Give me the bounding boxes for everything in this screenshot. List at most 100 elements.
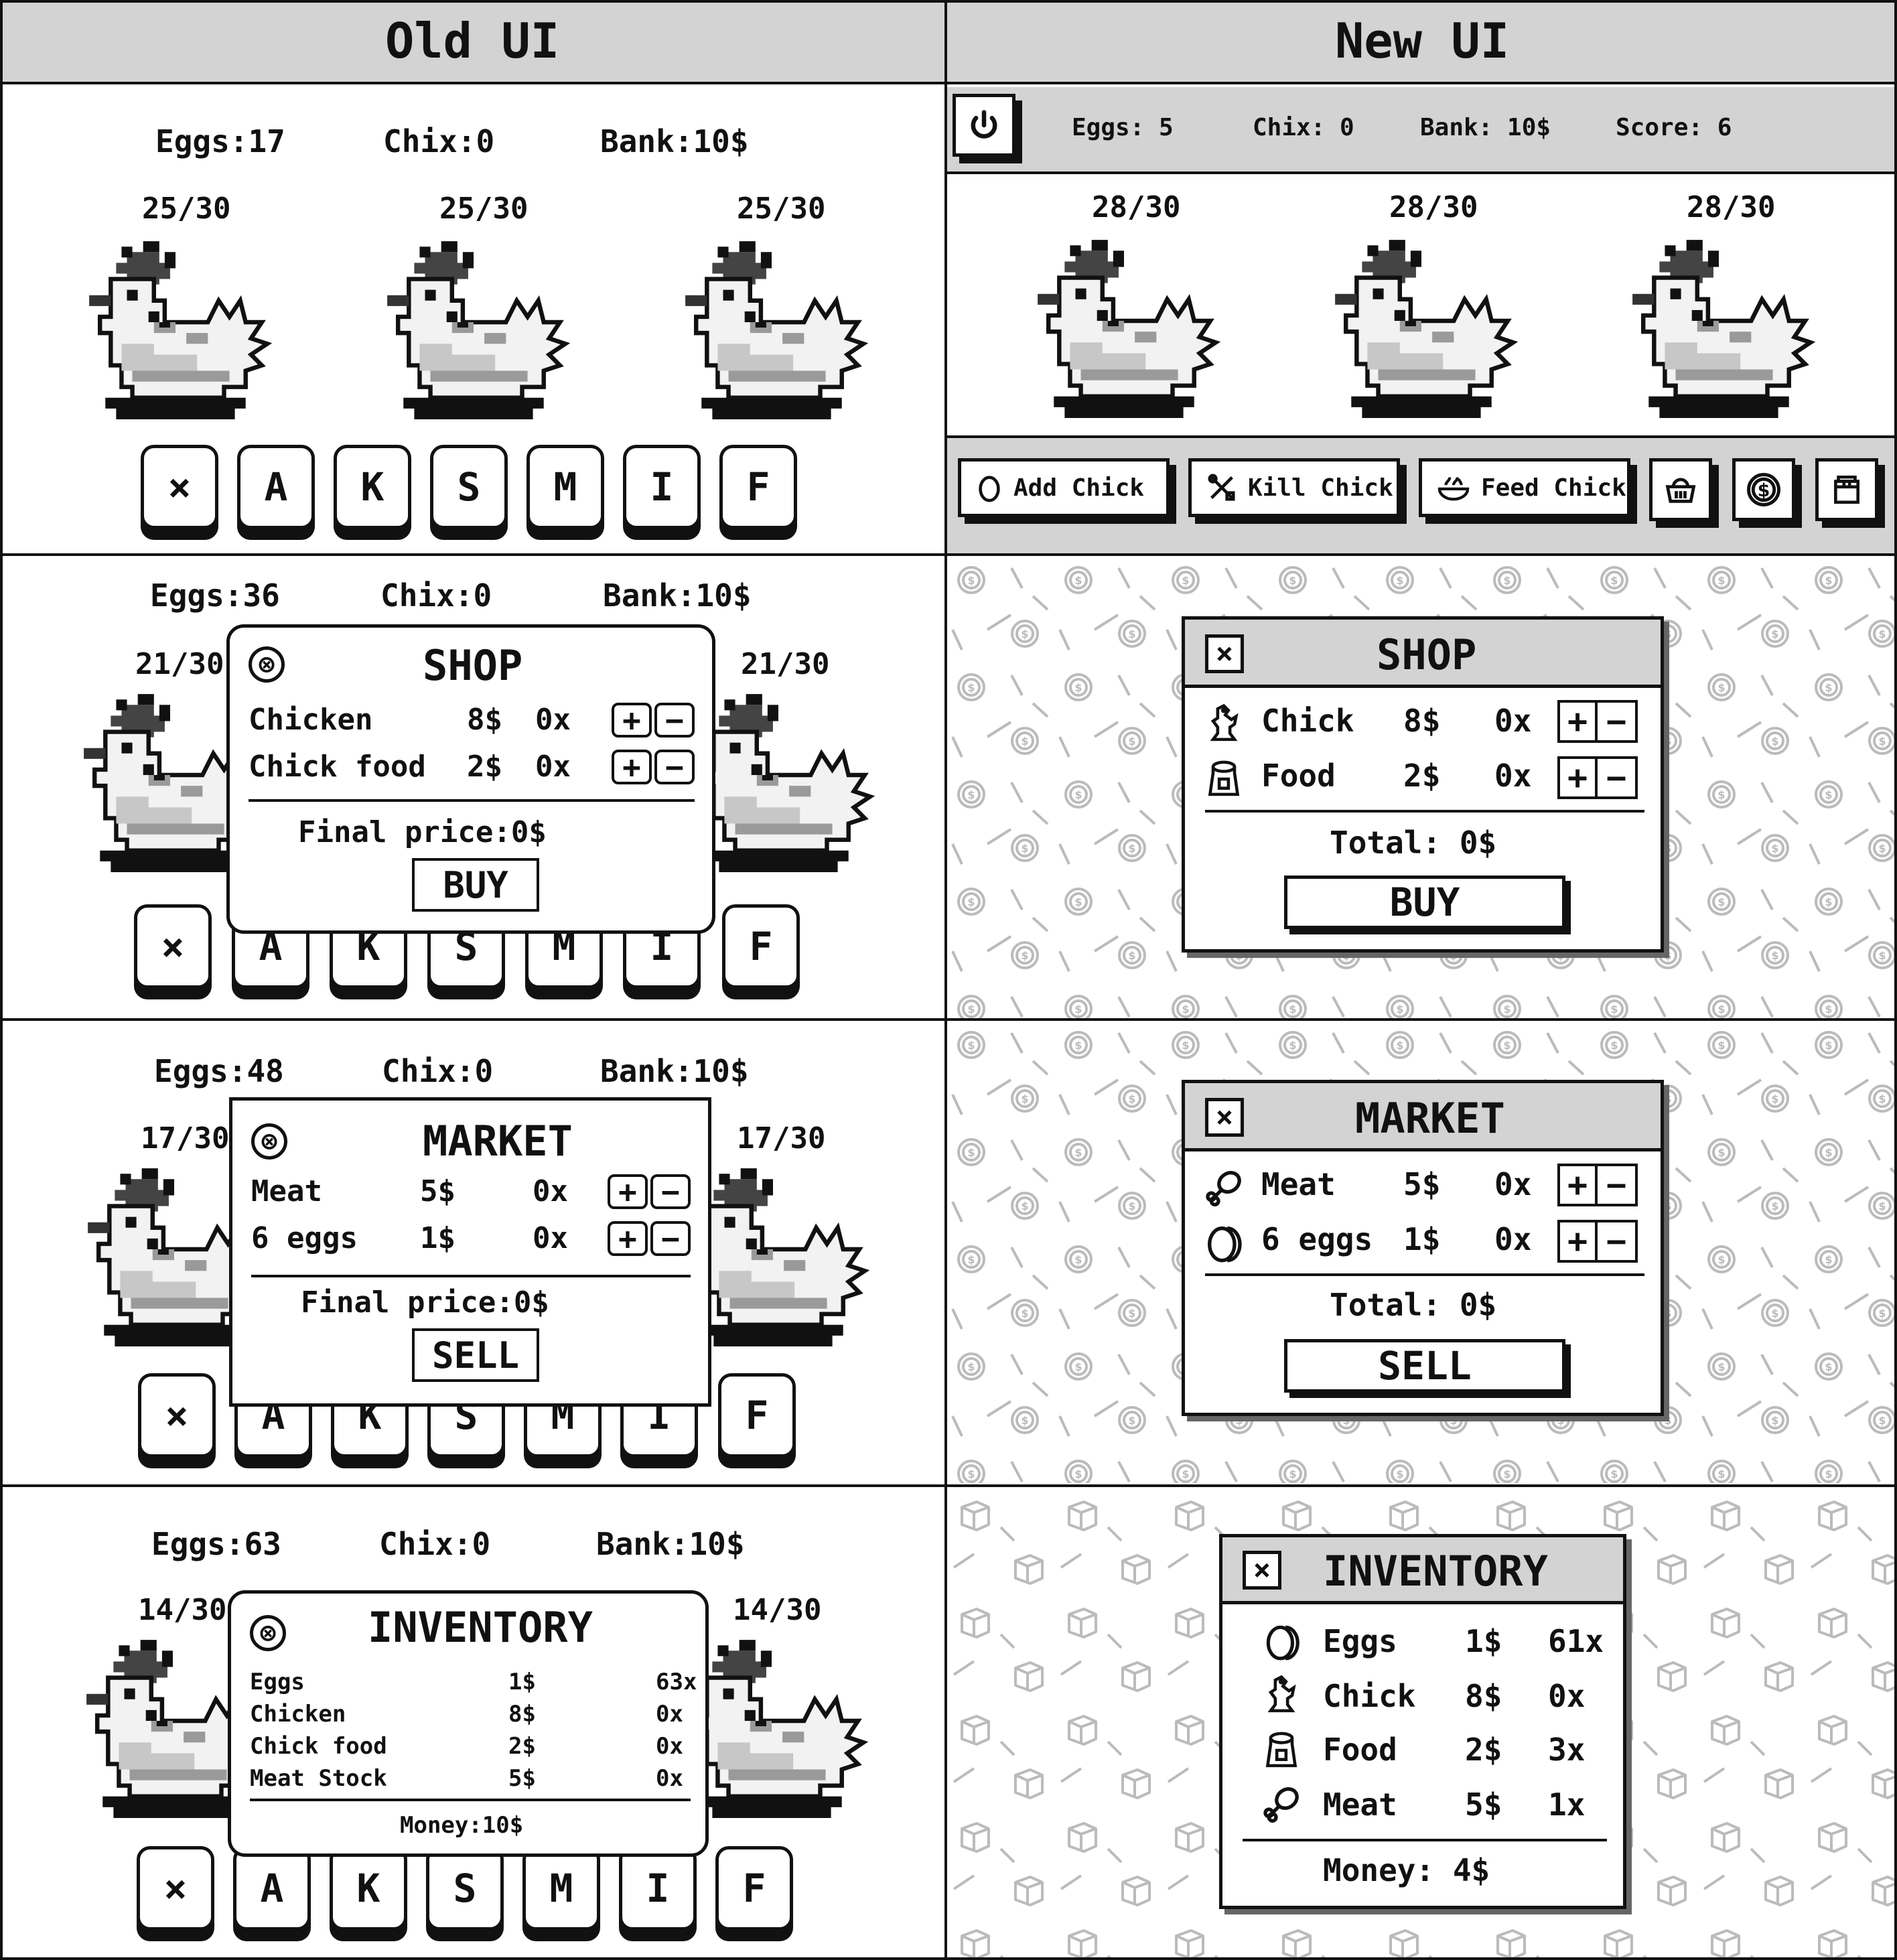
chicken-sprite[interactable] [1313,224,1530,418]
item-name: Meat [1323,1787,1397,1823]
market-button[interactable]: $ [1732,458,1795,521]
feed-key[interactable]: F [718,1373,796,1458]
close-key[interactable]: × [134,904,212,989]
chick-icon [1267,1675,1296,1713]
kill-key[interactable]: K [334,445,411,529]
item-qty: 0x [1494,703,1532,739]
kill-key[interactable]: K [330,1846,407,1931]
feed-key[interactable]: F [719,445,797,529]
chicken-sprite[interactable] [1610,224,1827,418]
drumstick-icon [1206,1171,1241,1206]
quantity-stepper[interactable]: + − [1557,1220,1638,1263]
coin-icon: $ [1747,473,1780,506]
minus-button[interactable]: − [650,1174,691,1209]
feed-chick-button[interactable]: Feed Chick [1419,458,1630,517]
popup-title: MARKET [1355,1094,1505,1143]
feed-key[interactable]: F [715,1846,793,1931]
divider [249,799,695,802]
quantity-stepper[interactable]: + − [608,1221,693,1256]
feed-key[interactable]: F [722,904,800,989]
item-name: Meat [1261,1166,1336,1202]
item-price: 2$ [467,750,502,784]
minus-button[interactable]: − [1598,1222,1635,1260]
close-icon[interactable]: ⊗ [250,1615,286,1651]
quantity-stepper[interactable]: + − [612,750,697,784]
plus-button[interactable]: + [612,750,652,784]
inventory-key[interactable]: I [619,1846,697,1931]
item-name: Eggs [1323,1623,1397,1659]
minus-button[interactable]: − [654,703,695,738]
minus-button[interactable]: − [1598,703,1635,740]
divider [1205,810,1644,813]
inventory-key[interactable]: I [623,445,701,529]
shop-button[interactable] [1649,458,1712,521]
plus-button[interactable]: + [1560,1222,1598,1260]
item-name: Chicken [250,1701,346,1728]
plus-button[interactable]: + [608,1221,648,1256]
crossed-tools-icon [1208,474,1235,501]
item-price: 5$ [508,1765,536,1792]
inventory-button[interactable] [1815,458,1878,521]
quantity-stepper[interactable]: + − [612,703,697,738]
quantity-stepper[interactable]: + − [1557,700,1638,743]
item-price: 1$ [508,1669,536,1695]
buy-button[interactable]: BUY [1284,876,1565,929]
plus-button[interactable]: + [1560,1166,1598,1204]
chicken-sprite[interactable] [1015,224,1233,418]
close-icon[interactable]: × [1205,1098,1244,1137]
item-name: Chick [1323,1678,1416,1714]
plus-button[interactable]: + [608,1174,648,1209]
shop-key[interactable]: S [430,445,508,529]
close-icon[interactable]: × [1243,1551,1281,1590]
item-qty: 1x [1548,1787,1586,1823]
item-price: 8$ [1465,1678,1502,1714]
power-button[interactable] [953,94,1015,157]
minus-button[interactable]: − [1598,759,1635,796]
minus-button[interactable]: − [654,750,695,784]
sell-button[interactable]: SELL [412,1328,539,1382]
item-name: Chick food [250,1733,387,1760]
shop-key[interactable]: S [426,1846,504,1931]
divider [250,1799,691,1801]
sell-button[interactable]: SELL [1284,1339,1565,1393]
market-key[interactable]: M [526,445,604,529]
popup-title: MARKET [423,1117,573,1166]
divider [251,1275,691,1277]
close-key[interactable]: × [141,445,218,529]
new-eggs-count: Eggs: 5 [1072,114,1174,141]
chicken-sprite[interactable] [365,225,582,419]
market-key[interactable]: M [522,1846,600,1931]
chicken-sprite[interactable] [67,225,284,419]
item-qty: 3x [1548,1732,1586,1768]
add-chick-button[interactable]: Add Chick [958,458,1170,517]
close-icon[interactable]: ⊗ [251,1123,287,1160]
buy-button[interactable]: BUY [412,858,539,912]
item-name: Food [1261,758,1336,794]
eggs-icon [1266,1625,1299,1661]
kill-chick-button[interactable]: Kill Chick [1188,458,1400,517]
drumstick-icon [1263,1787,1299,1823]
quantity-stepper[interactable]: + − [1557,1164,1638,1206]
row-divider [0,553,1897,556]
eggs-icon [1208,1227,1242,1263]
quantity-stepper[interactable]: + − [1557,756,1638,799]
close-key[interactable]: × [138,1373,216,1458]
chicken-sprite[interactable] [663,225,880,419]
minus-button[interactable]: − [650,1221,691,1256]
plus-button[interactable]: + [1560,703,1598,740]
item-price: 5$ [1465,1787,1502,1823]
item-qty: 63x [656,1669,697,1695]
plus-button[interactable]: + [1560,759,1598,796]
close-icon[interactable]: × [1205,634,1244,673]
close-icon[interactable]: ⊗ [249,646,285,683]
item-name: Meat [251,1174,322,1208]
old-chix-count: Chix:0 [382,1053,494,1089]
add-key[interactable]: A [233,1846,311,1931]
minus-button[interactable]: − [1598,1166,1635,1204]
item-price: 2$ [1465,1732,1502,1768]
quantity-stepper[interactable]: + − [608,1174,693,1209]
plus-button[interactable]: + [612,703,652,738]
item-price: 5$ [420,1174,455,1208]
add-key[interactable]: A [237,445,315,529]
close-key[interactable]: × [137,1846,214,1931]
